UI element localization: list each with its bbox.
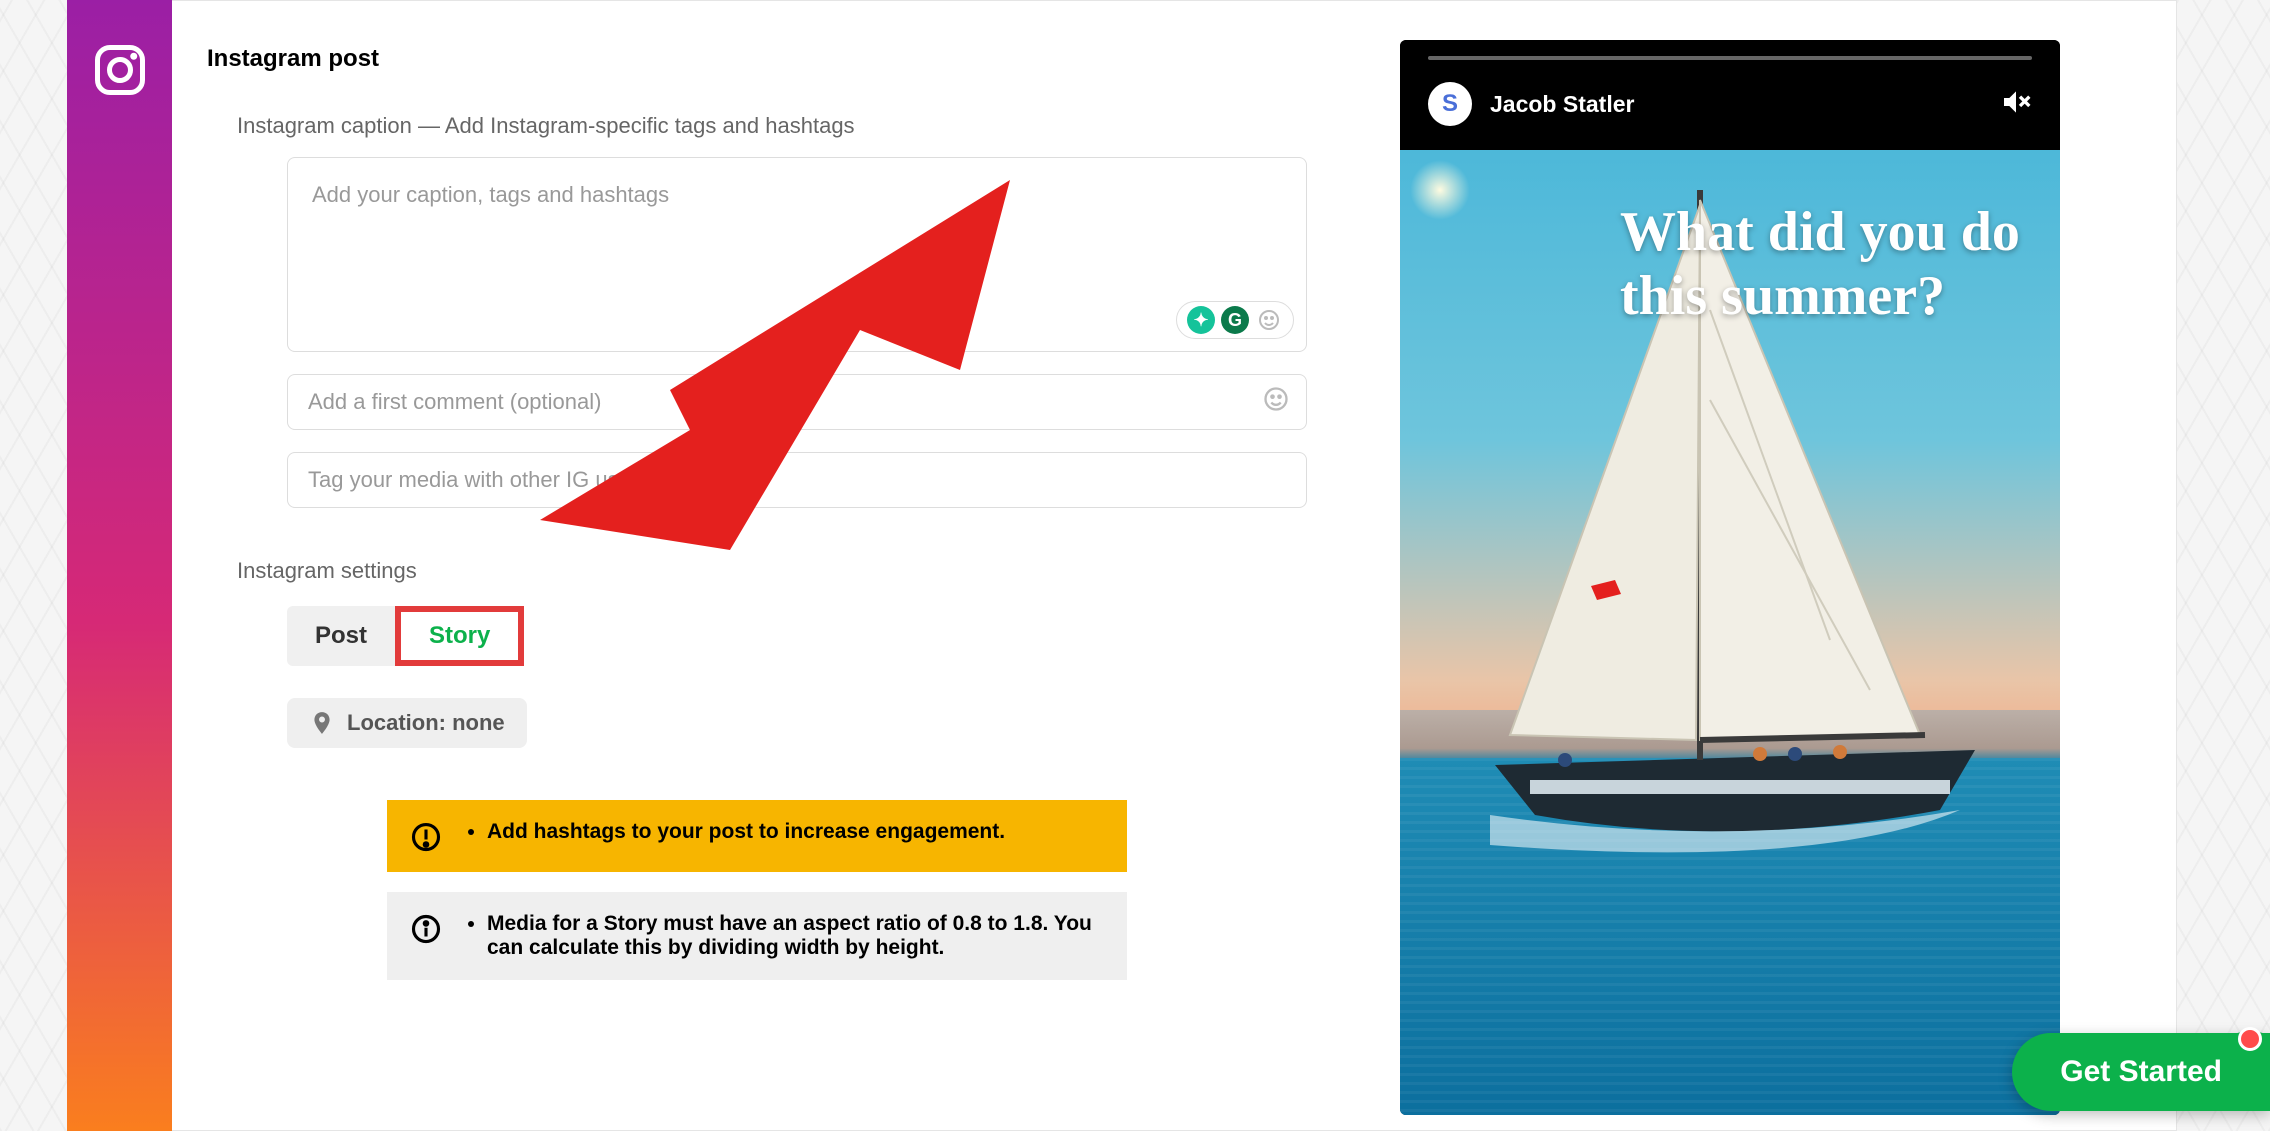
story-overlay-text: What did you do this summer?: [1620, 200, 2030, 329]
platform-sidebar: [67, 0, 172, 1131]
get-started-button[interactable]: Get Started: [2012, 1033, 2270, 1111]
location-pin-icon: [309, 710, 335, 736]
mute-icon[interactable]: [2000, 86, 2032, 123]
first-comment-field[interactable]: [287, 374, 1307, 430]
form-content: Instagram post Instagram caption — Add I…: [207, 45, 1317, 980]
caption-toolbar: ✦ G: [1176, 301, 1294, 339]
story-preview: S Jacob Statler: [1400, 40, 2060, 1115]
tab-post[interactable]: Post: [287, 606, 395, 666]
post-type-toggle: Post Story: [287, 606, 1317, 666]
emoji-icon[interactable]: [1262, 385, 1290, 420]
assist-icon[interactable]: ✦: [1187, 306, 1215, 334]
caption-label: Instagram caption — Add Instagram-specif…: [237, 113, 1317, 139]
tag-users-input[interactable]: [308, 467, 1286, 493]
tag-users-field[interactable]: [287, 452, 1307, 508]
instagram-icon: [90, 40, 150, 100]
emoji-icon[interactable]: [1255, 306, 1283, 334]
story-progress-bar: [1428, 56, 2032, 60]
first-comment-input[interactable]: [308, 389, 1286, 415]
settings-label: Instagram settings: [237, 558, 1317, 584]
caption-field[interactable]: ✦ G: [287, 157, 1307, 352]
avatar: S: [1428, 82, 1472, 126]
alert-hashtags: Add hashtags to your post to increase en…: [387, 800, 1127, 872]
story-username: Jacob Statler: [1490, 91, 1634, 118]
section-title: Instagram post: [207, 45, 1317, 73]
tab-story[interactable]: Story: [395, 606, 524, 666]
location-button[interactable]: Location: none: [287, 698, 527, 748]
alert-ratio: Media for a Story must have an aspect ra…: [387, 892, 1127, 980]
grammarly-icon[interactable]: G: [1221, 306, 1249, 334]
warning-icon: [411, 822, 441, 852]
caption-textarea[interactable]: [312, 182, 1282, 327]
alert-ratio-text: Media for a Story must have an aspect ra…: [487, 912, 1103, 960]
location-label: Location: none: [347, 710, 505, 736]
alert-hashtags-text: Add hashtags to your post to increase en…: [487, 820, 1005, 844]
info-icon: [411, 914, 441, 944]
story-image: What did you do this summer?: [1400, 150, 2060, 1115]
story-header: S Jacob Statler: [1400, 40, 2060, 150]
